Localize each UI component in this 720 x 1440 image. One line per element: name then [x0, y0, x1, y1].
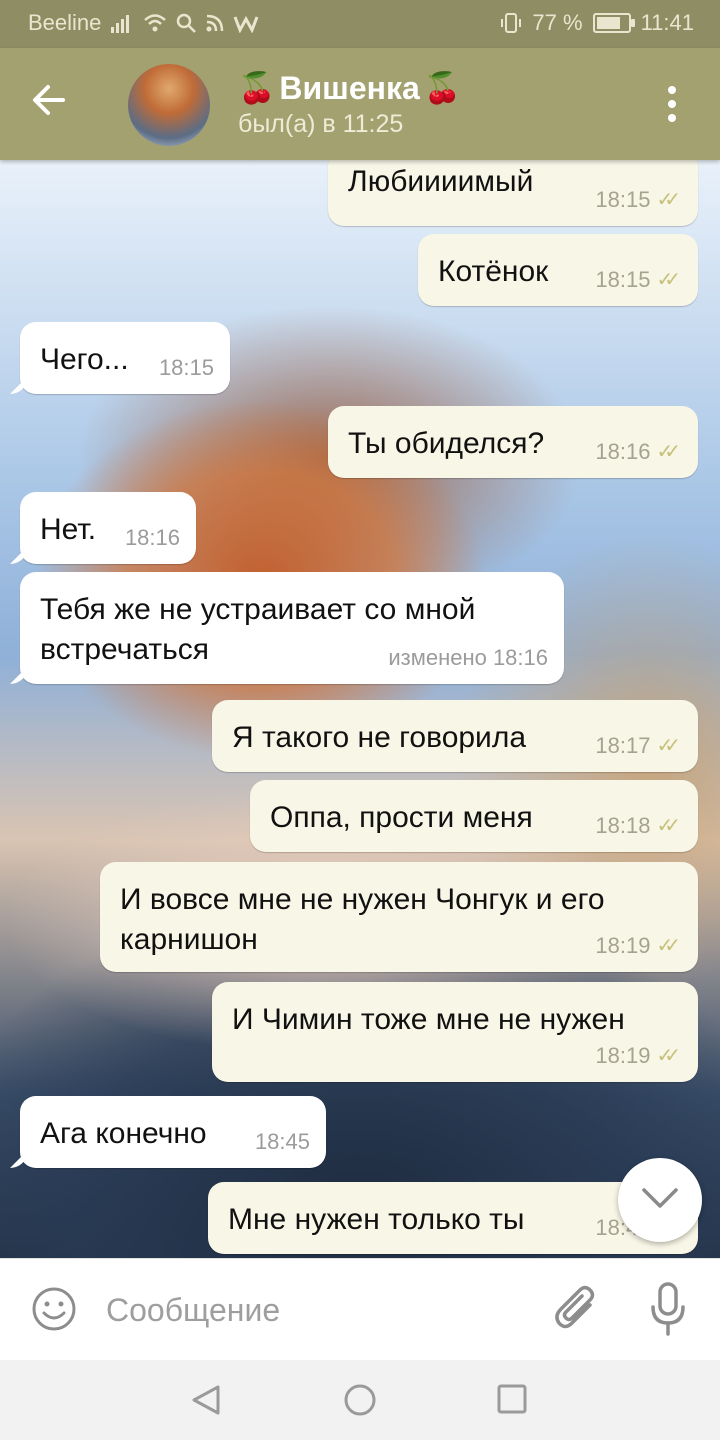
- message-bubble[interactable]: Нет. 18:16: [20, 492, 196, 564]
- double-check-icon: ✓✓: [656, 935, 680, 957]
- nav-back-button[interactable]: [190, 1384, 222, 1416]
- message-time: 18:15: [595, 187, 651, 212]
- arrow-left-icon: [33, 85, 65, 115]
- message-text: Любиииимый: [348, 165, 534, 198]
- signal-icon: [111, 15, 130, 33]
- attach-button[interactable]: [554, 1285, 600, 1335]
- message-time: 18:15: [595, 267, 651, 292]
- message-list[interactable]: Любиииимый 18:15 ✓✓ Котёнок 18:15 ✓✓ Чего.…: [0, 160, 720, 1258]
- nav-recent-apps-button[interactable]: [496, 1384, 528, 1416]
- message-bubble[interactable]: И вовсе мне не нужен Чонгук и его карниш…: [100, 862, 698, 972]
- message-text-line: встречаться: [40, 633, 209, 666]
- message-text: Котёнок: [438, 255, 549, 288]
- contact-name-text: Вишенка: [279, 70, 420, 106]
- last-seen-status: был(а) в 11:25: [238, 110, 404, 138]
- message-bubble[interactable]: Оппа, прости меня 18:18 ✓✓: [250, 780, 698, 852]
- message-text: Я такого не говорила: [232, 721, 527, 754]
- message-bubble[interactable]: И Чимин тоже мне не нужен 18:19 ✓✓: [212, 982, 698, 1082]
- message-time: изменено 18:16: [388, 645, 548, 670]
- message-input[interactable]: [104, 1287, 508, 1333]
- message-time: 18:16: [595, 439, 651, 464]
- message-bubble[interactable]: Любиииимый 18:15 ✓✓: [328, 160, 698, 226]
- microphone-icon: [651, 1282, 685, 1336]
- message-text: Ага конечно: [40, 1117, 207, 1150]
- double-check-icon: ✓✓: [656, 441, 680, 463]
- message-composer: [0, 1258, 720, 1361]
- message-bubble[interactable]: Чего... 18:15: [20, 322, 230, 394]
- message-text-line: карнишон: [120, 923, 258, 956]
- message-bubble[interactable]: Ты обиделся? 18:16 ✓✓: [328, 406, 698, 478]
- back-button[interactable]: [30, 84, 80, 124]
- message-bubble[interactable]: Ага конечно 18:45: [20, 1096, 326, 1168]
- message-text-line: И вовсе мне не нужен Чонгук и его: [120, 883, 605, 916]
- message-time: 18:18: [595, 813, 651, 838]
- message-time: 18:16: [124, 525, 180, 550]
- smiley-icon: [32, 1287, 76, 1331]
- message-time: 18:19: [595, 1043, 651, 1068]
- message-time: 18:45: [254, 1129, 310, 1154]
- message-text: Нет.: [40, 513, 97, 546]
- nav-home-button[interactable]: [342, 1384, 378, 1420]
- search-icon: [177, 13, 197, 33]
- message-text-line: Тебя же не устраивает со мной: [40, 593, 476, 626]
- chat-header: 🍒 Вишенка 🍒 был(а) в 11:25: [0, 48, 720, 160]
- message-bubble[interactable]: Тебя же не устраивает со мной встречатьс…: [20, 572, 564, 684]
- double-check-icon: ✓✓: [656, 189, 680, 211]
- emoji-button[interactable]: [30, 1285, 78, 1333]
- voice-record-button[interactable]: [648, 1281, 688, 1337]
- rss-icon: [206, 14, 224, 32]
- message-text: Оппа, прости меня: [270, 801, 533, 834]
- contact-name[interactable]: 🍒 Вишенка 🍒: [238, 70, 461, 107]
- battery-icon: [592, 13, 635, 33]
- message-bubble[interactable]: Котёнок 18:15 ✓✓: [418, 234, 698, 306]
- status-bar: Beeline 77 % 11:41: [0, 0, 720, 48]
- cherry-icon: 🍒: [423, 72, 462, 105]
- double-check-icon: ✓✓: [656, 815, 680, 837]
- system-navigation-bar: [0, 1360, 720, 1440]
- message-bubble[interactable]: Я такого не говорила 18:17 ✓✓: [212, 700, 698, 772]
- cherry-icon: 🍒: [238, 72, 276, 105]
- message-text: И Чимин тоже мне не нужен: [232, 1003, 625, 1036]
- battery-percent: 77 %: [532, 10, 583, 35]
- double-check-icon: ✓✓: [656, 269, 680, 291]
- paperclip-icon: [555, 1285, 595, 1329]
- avatar[interactable]: [128, 64, 210, 146]
- message-text: Мне нужен только ты: [228, 1203, 525, 1236]
- message-text: Чего...: [40, 343, 129, 376]
- message-time: 18:19: [595, 933, 651, 958]
- message-time: 18:17: [595, 733, 651, 758]
- scroll-to-bottom-button[interactable]: [618, 1158, 702, 1242]
- vibrate-icon: [501, 13, 522, 33]
- w-icon: [233, 15, 259, 33]
- message-text: Ты обиделся?: [348, 427, 545, 460]
- double-check-icon: ✓✓: [656, 1045, 680, 1067]
- wifi-icon: [144, 14, 167, 32]
- double-check-icon: ✓✓: [656, 735, 680, 757]
- carrier-name: Beeline: [28, 10, 102, 35]
- message-time: 18:15: [158, 355, 214, 380]
- clock: 11:41: [640, 10, 694, 35]
- more-options-button[interactable]: [662, 86, 682, 126]
- chevron-down-icon: [642, 1188, 678, 1208]
